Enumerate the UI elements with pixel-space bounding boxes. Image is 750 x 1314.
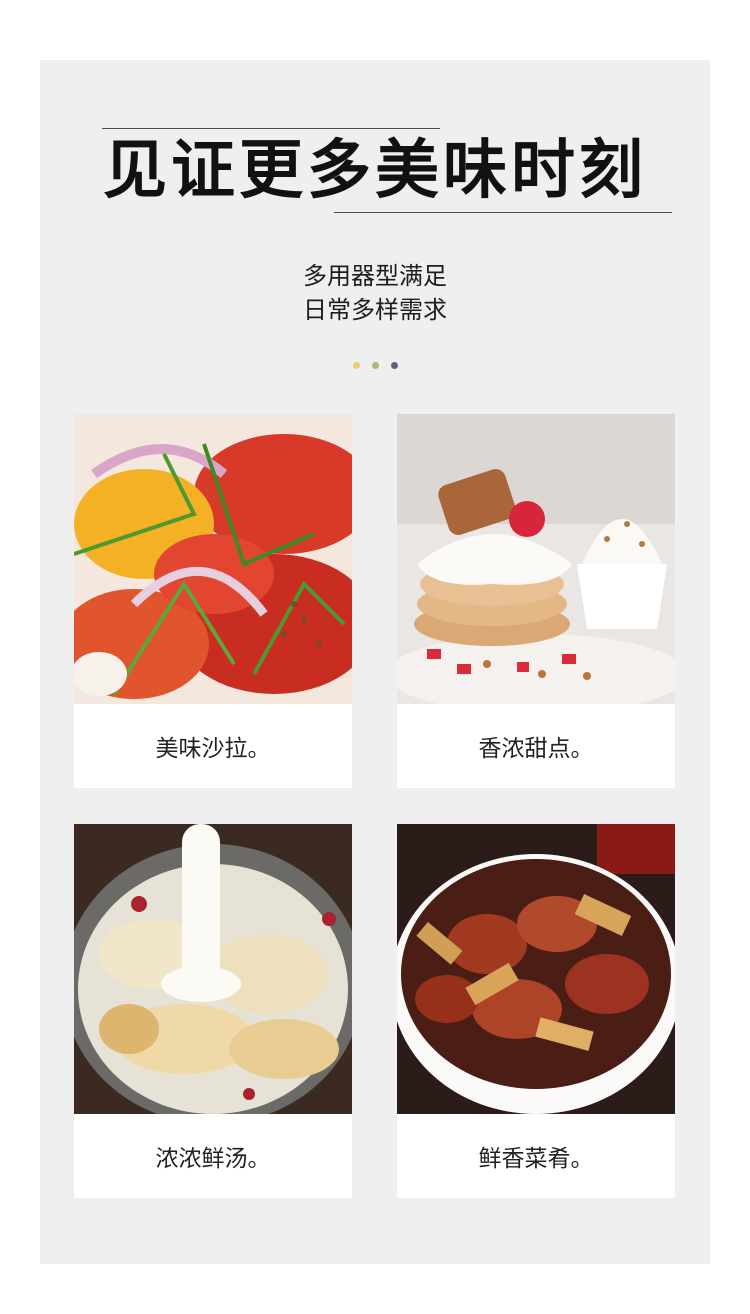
card-caption: 鲜香菜肴。 bbox=[478, 1146, 594, 1172]
card-caption: 浓浓鲜汤。 bbox=[155, 1146, 271, 1172]
soup-photo bbox=[74, 824, 352, 1114]
food-card-dessert: 香浓甜点。 bbox=[397, 414, 675, 788]
food-card-braised-dish: 鲜香菜肴。 bbox=[397, 824, 675, 1198]
card-caption: 美味沙拉。 bbox=[155, 736, 271, 762]
subtitle-line-1: 多用器型满足 bbox=[303, 262, 447, 290]
title-divider-bottom bbox=[334, 212, 672, 213]
title-divider-top bbox=[102, 128, 440, 129]
dot-green bbox=[371, 362, 379, 369]
dessert-photo bbox=[397, 414, 675, 704]
food-card-soup: 浓浓鲜汤。 bbox=[74, 824, 352, 1198]
card-caption: 香浓甜点。 bbox=[478, 736, 594, 762]
decorative-dots bbox=[0, 362, 750, 369]
dot-yellow bbox=[352, 362, 360, 369]
page-title: 见证更多美味时刻 bbox=[103, 134, 647, 208]
salad-photo bbox=[74, 414, 352, 704]
braised-dish-photo bbox=[397, 824, 675, 1114]
dot-purple bbox=[390, 362, 398, 369]
food-card-salad: 美味沙拉。 bbox=[74, 414, 352, 788]
subtitle-line-2: 日常多样需求 bbox=[303, 296, 447, 324]
